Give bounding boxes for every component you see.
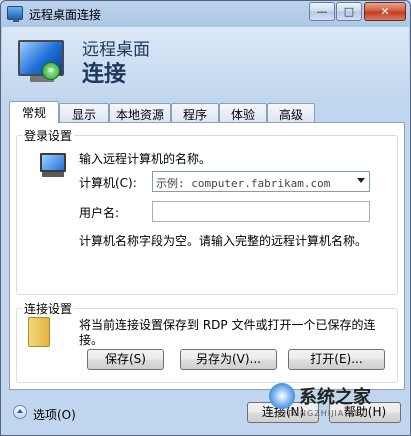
tab-programs[interactable]: 程序 <box>171 103 219 122</box>
login-settings-label: 登录设置 <box>22 127 75 144</box>
connection-settings-label: 连接设置 <box>22 300 75 317</box>
remote-desktop-window: 远程桌面连接 — □ ✕ » 远程桌面 连接 常规 显示 本地资源 程序 体验 … <box>0 0 411 436</box>
maximize-button[interactable]: □ <box>336 2 362 21</box>
save-button[interactable]: 保存(S) <box>87 349 164 370</box>
options-chevron-icon[interactable] <box>13 405 27 419</box>
header-banner: » 远程桌面 连接 <box>2 27 409 97</box>
empty-name-warning: 计算机名称字段为空。请输入完整的远程计算机名称。 <box>79 234 368 248</box>
tab-experience[interactable]: 体验 <box>219 103 267 122</box>
computer-combobox-value: 示例: computer.fabrikam.com <box>156 177 331 190</box>
options-link[interactable]: 选项(O) <box>33 406 76 423</box>
general-tab-panel: 登录设置 输入远程计算机的名称。 计算机(C): 示例: computer.fa… <box>9 122 405 390</box>
app-icon <box>7 6 23 22</box>
computer-name-prompt: 输入远程计算机的名称。 <box>79 152 212 166</box>
computer-label: 计算机(C): <box>79 176 137 190</box>
username-field[interactable] <box>152 201 370 222</box>
close-button[interactable]: ✕ <box>364 2 406 21</box>
dropdown-arrow-icon[interactable] <box>357 178 365 183</box>
window-title: 远程桌面连接 <box>29 8 102 22</box>
watermark-logo-icon <box>269 383 295 409</box>
connection-settings-description-cont: 接。 <box>79 333 104 347</box>
tab-display[interactable]: 显示 <box>59 103 109 122</box>
connection-settings-description: 将当前连接设置保存到 RDP 文件或打开一个已保存的连 <box>79 318 376 332</box>
title-bar[interactable]: 远程桌面连接 — □ ✕ <box>1 1 410 27</box>
save-as-button[interactable]: 另存为(V)... <box>180 349 277 370</box>
username-label: 用户名: <box>79 206 120 220</box>
open-button[interactable]: 打开(E)... <box>288 349 385 370</box>
minimize-button[interactable]: — <box>309 2 335 21</box>
computer-icon <box>38 153 68 179</box>
site-watermark: 系统之家 XITONGZHIJIA.NET <box>269 381 407 421</box>
watermark-text: 系统之家 <box>299 387 371 408</box>
watermark-subtext: XITONGZHIJIA.NET <box>277 409 367 418</box>
tab-local-resources[interactable]: 本地资源 <box>109 103 171 122</box>
connection-arrow-icon: » <box>42 62 60 80</box>
computer-combobox[interactable]: 示例: computer.fabrikam.com <box>152 171 370 192</box>
tab-advanced[interactable]: 高级 <box>267 103 315 122</box>
banner-title-line2: 连接 <box>82 62 127 87</box>
folder-icon <box>28 317 50 347</box>
tab-general[interactable]: 常规 <box>9 101 59 123</box>
